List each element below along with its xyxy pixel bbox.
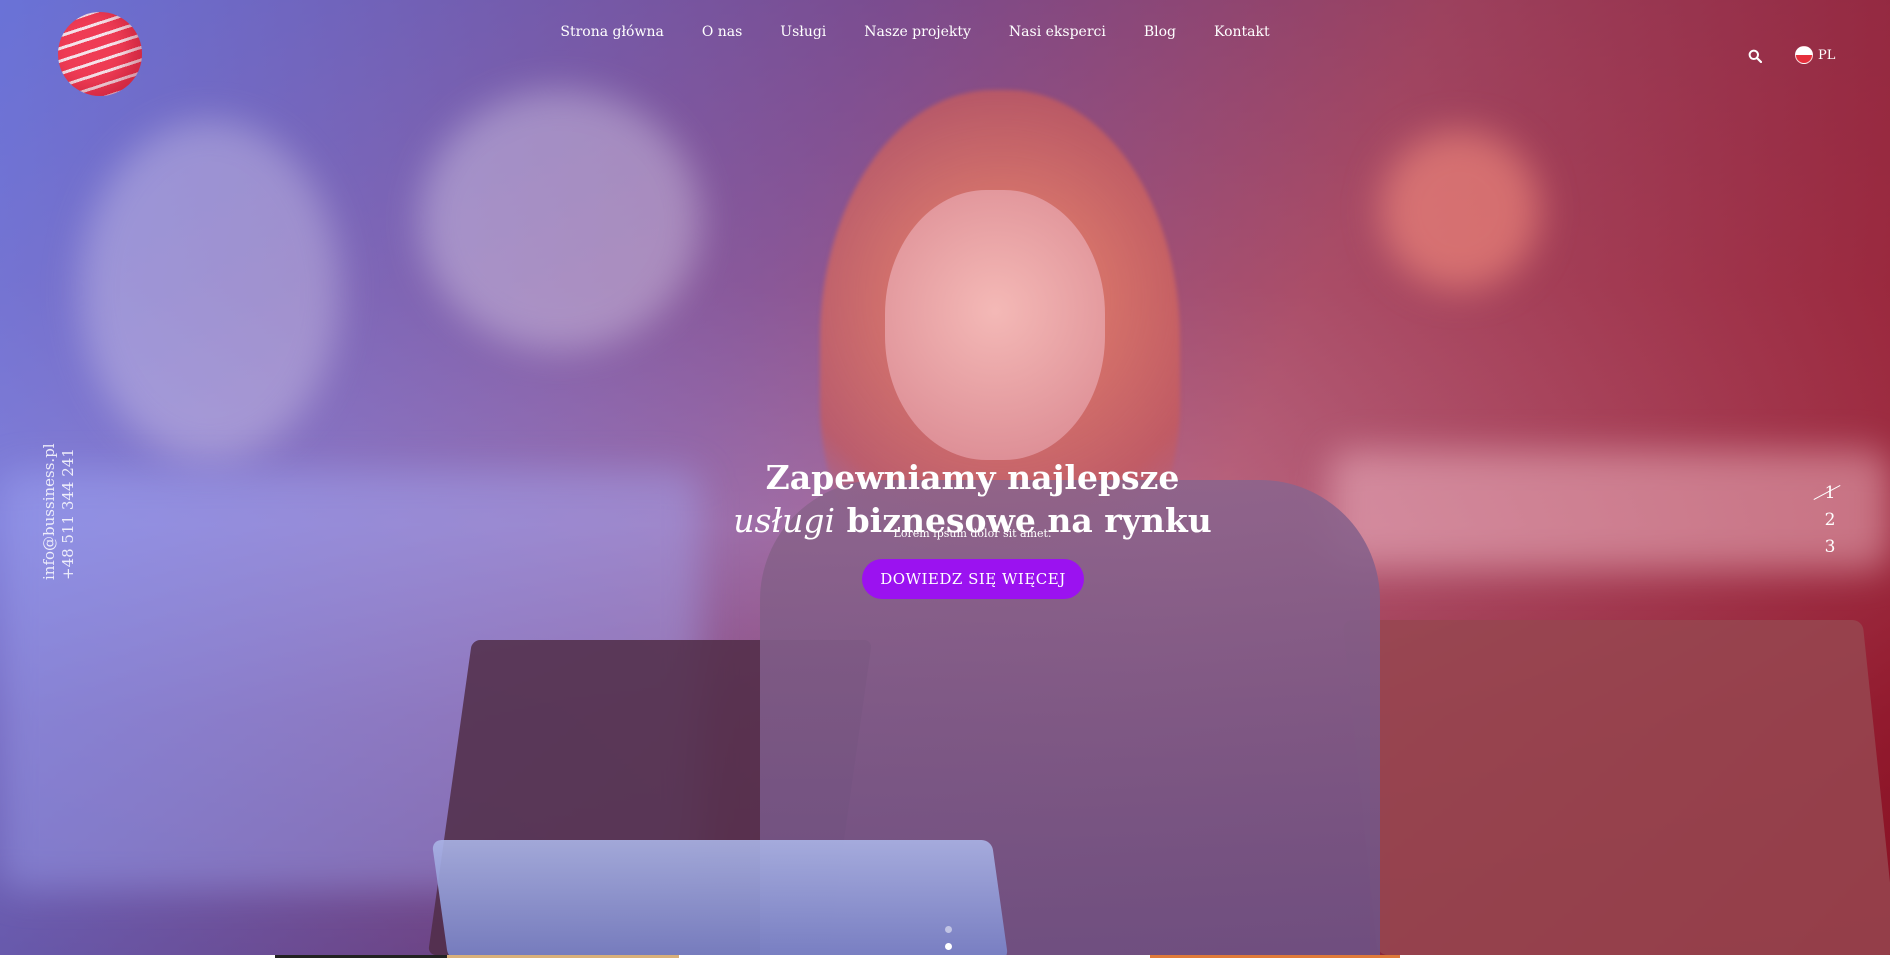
slider-dots — [945, 926, 953, 955]
learn-more-button[interactable]: DOWIEDZ SIĘ WIĘCEJ — [862, 559, 1084, 599]
slider-dot-active[interactable] — [945, 943, 952, 950]
hero-subtitle: Lorem ipsum dolor sit amet. — [893, 527, 1052, 540]
slide-number-1[interactable]: 1 — [1818, 480, 1842, 507]
poland-flag-icon — [1795, 46, 1813, 64]
background-person-face — [885, 190, 1105, 460]
search-icon[interactable] — [1748, 48, 1763, 64]
nav-item-services[interactable]: Usługi — [780, 24, 826, 40]
nav-item-experts[interactable]: Nasi eksperci — [1009, 24, 1106, 40]
nav-item-contact[interactable]: Kontakt — [1214, 24, 1270, 40]
slider-dot[interactable] — [945, 926, 952, 933]
background-photo-blur — [1380, 130, 1540, 290]
hero-slider: Strona główna O nas Usługi Nasze projekt… — [0, 0, 1890, 955]
background-photo-blur — [420, 90, 700, 350]
hero-title-line1: Zapewniamy najlepsze — [765, 458, 1180, 498]
slide-numbers: 1 2 3 — [1818, 480, 1842, 561]
slide-number-2[interactable]: 2 — [1818, 507, 1842, 534]
gallery-thumbnail-edge — [1150, 955, 1400, 958]
background-laptop — [431, 840, 1009, 955]
gallery-thumbnail-edge — [447, 955, 679, 958]
slide-number-3[interactable]: 3 — [1818, 534, 1842, 561]
main-navigation: Strona główna O nas Usługi Nasze projekt… — [0, 24, 1890, 40]
nav-item-projects[interactable]: Nasze projekty — [864, 24, 971, 40]
language-label: PL — [1818, 47, 1836, 63]
background-photo-blur — [80, 120, 340, 460]
nav-item-about[interactable]: O nas — [702, 24, 742, 40]
language-switcher[interactable]: PL — [1795, 46, 1835, 64]
nav-item-blog[interactable]: Blog — [1144, 24, 1176, 40]
nav-item-home[interactable]: Strona główna — [560, 24, 663, 40]
gallery-thumbnail-edge — [275, 955, 447, 958]
background-chair — [1342, 620, 1890, 955]
